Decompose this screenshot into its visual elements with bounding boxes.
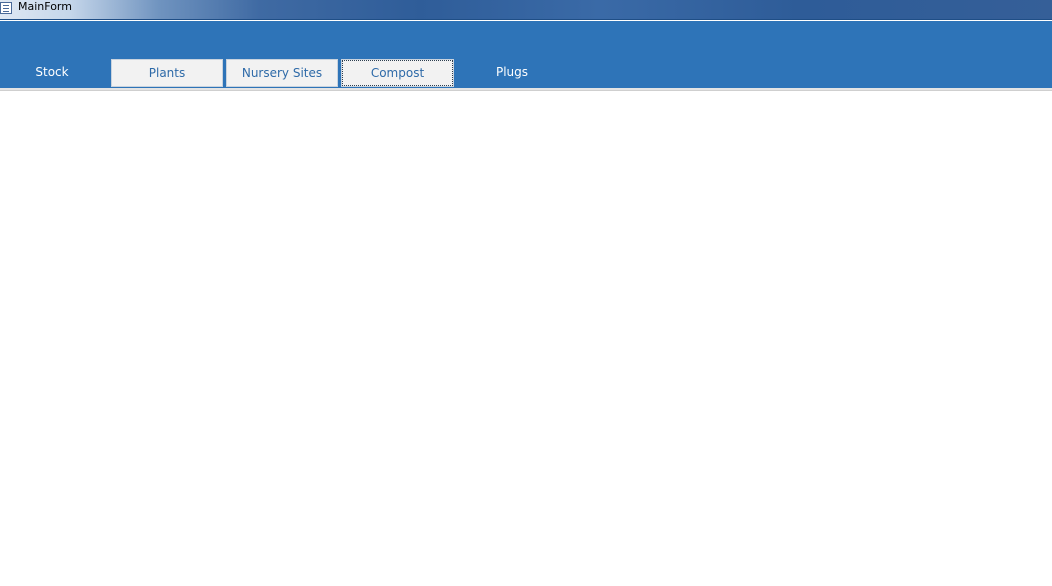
form-icon [0,2,12,14]
tab-nursery-sites[interactable]: Nursery Sites [226,59,338,87]
tab-stock[interactable]: Stock [0,59,104,87]
tab-plants[interactable]: Plants [111,59,223,87]
form-content-area [0,91,1052,586]
tab-compost[interactable]: Compost [341,59,454,87]
window-titlebar[interactable]: MainForm [0,0,1052,20]
tab-plugs[interactable]: Plugs [460,59,564,87]
window-title: MainForm [18,0,72,13]
